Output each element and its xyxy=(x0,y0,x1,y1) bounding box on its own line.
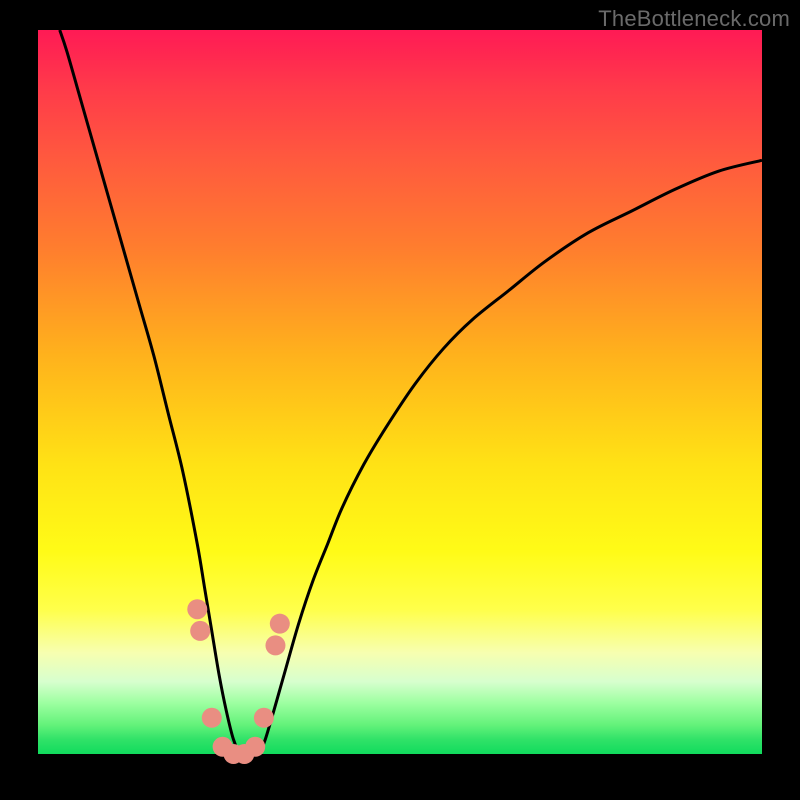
curve-layer xyxy=(38,30,762,754)
marker-dot xyxy=(265,635,285,655)
watermark-text: TheBottleneck.com xyxy=(598,6,790,32)
marker-group xyxy=(187,599,290,764)
marker-dot xyxy=(254,708,274,728)
marker-dot xyxy=(270,614,290,634)
marker-dot xyxy=(187,599,207,619)
bottleneck-curve xyxy=(60,30,762,755)
marker-dot xyxy=(202,708,222,728)
plot-area xyxy=(38,30,762,754)
marker-dot xyxy=(190,621,210,641)
marker-dot xyxy=(245,737,265,757)
chart-frame: TheBottleneck.com xyxy=(0,0,800,800)
